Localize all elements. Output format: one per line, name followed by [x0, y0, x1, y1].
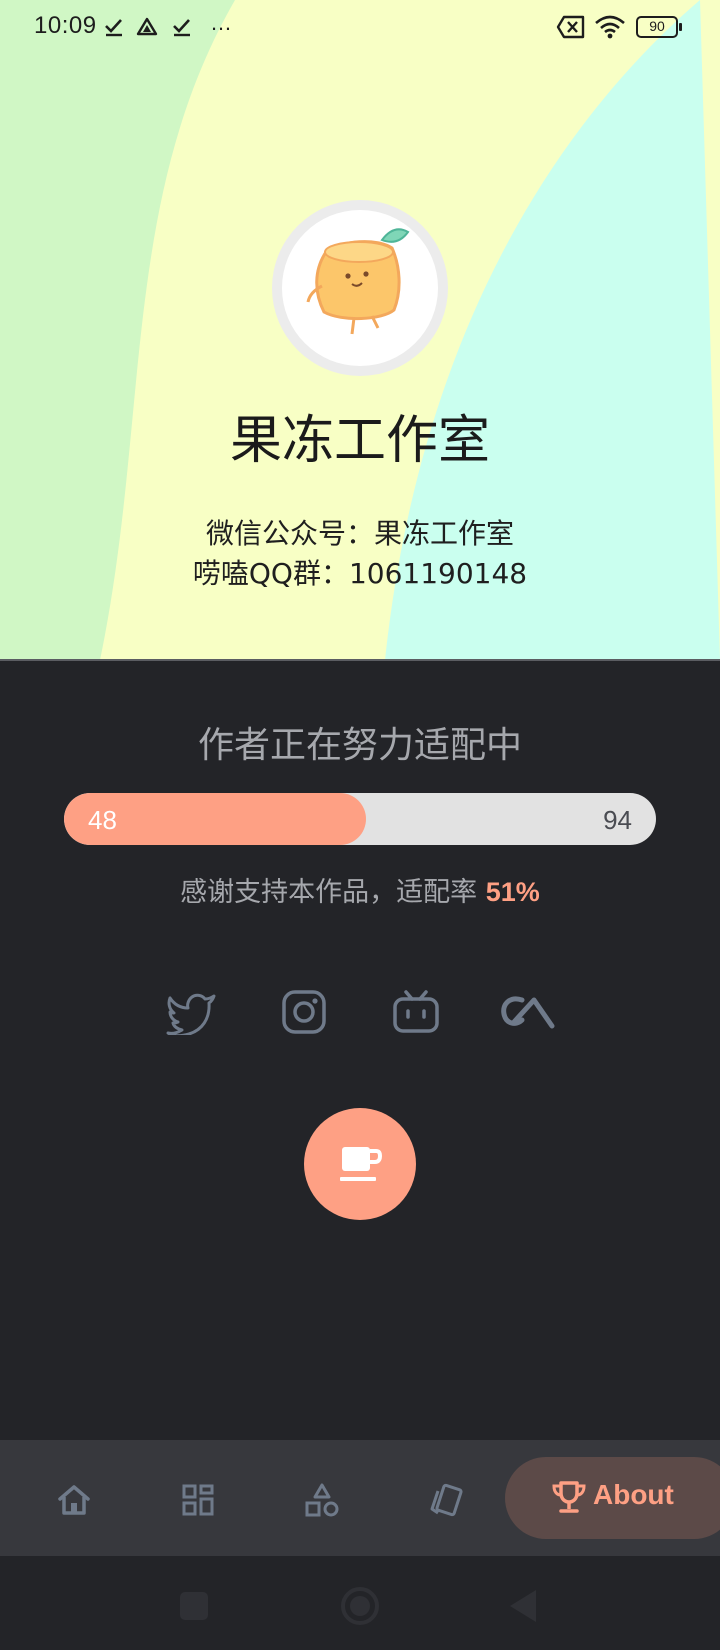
qq-group[interactable]: 唠嗑QQ群：1061190148	[0, 552, 720, 592]
jelly-mascot-icon	[306, 228, 410, 335]
apps-grid-icon	[182, 1484, 214, 1516]
nav-shapes[interactable]	[302, 1480, 342, 1520]
shapes-icon	[305, 1483, 339, 1517]
adaptation-title: 作者正在努力适配中	[197, 725, 522, 766]
circle-icon	[341, 1587, 379, 1625]
check-icon	[172, 14, 192, 40]
trophy-icon	[552, 1481, 586, 1513]
bilibili-icon[interactable]	[388, 986, 444, 1038]
header-banner: 10:09 … 90 果冻工作室 微信公众号：果冻工作室 唠嗑QQ群：10611…	[0, 0, 720, 660]
battery-indicator: 90	[636, 16, 682, 38]
bottom-navigation: About	[0, 1440, 720, 1556]
system-navigation-bar	[0, 1556, 720, 1650]
nav-about-label: About	[593, 1479, 674, 1510]
studio-name: 果冻工作室	[229, 411, 490, 471]
nav-home[interactable]	[54, 1480, 94, 1520]
home-icon	[58, 1485, 90, 1515]
nav-about[interactable]: About	[505, 1457, 720, 1539]
adaptation-progress-bar: 48 94	[64, 793, 656, 845]
coffee-cup-icon	[340, 1147, 382, 1181]
thanks-label: 感谢支持本作品，适配率	[180, 877, 478, 908]
thanks-text: 感谢支持本作品，适配率 51%	[0, 870, 720, 909]
coolapk-icon[interactable]	[500, 986, 556, 1038]
status-time: 10:09	[34, 12, 97, 39]
instagram-icon[interactable]	[276, 986, 332, 1038]
twitter-icon[interactable]	[164, 986, 220, 1038]
nav-cards[interactable]	[426, 1480, 466, 1520]
buy-coffee-button[interactable]	[304, 1108, 416, 1220]
cards-icon	[430, 1483, 463, 1517]
avatar[interactable]	[282, 210, 438, 366]
recent-apps-button[interactable]	[180, 1592, 208, 1620]
divider	[0, 659, 720, 661]
progress-total: 94	[603, 805, 632, 835]
drive-icon	[136, 14, 158, 40]
back-triangle-icon	[510, 1590, 536, 1622]
wifi-icon	[594, 14, 626, 40]
check-icon	[104, 14, 124, 40]
status-bar: 10:09 … 90	[0, 0, 720, 56]
nav-apps[interactable]	[178, 1480, 218, 1520]
progress-current: 48	[88, 805, 117, 835]
no-sim-icon	[556, 14, 586, 40]
more-notifications-icon: …	[210, 10, 234, 35]
home-button[interactable]	[340, 1586, 380, 1630]
wechat-account[interactable]: 微信公众号：果冻工作室	[0, 512, 720, 552]
square-icon	[180, 1592, 208, 1620]
adaptation-rate: 51%	[485, 877, 540, 907]
back-button[interactable]	[508, 1588, 538, 1628]
